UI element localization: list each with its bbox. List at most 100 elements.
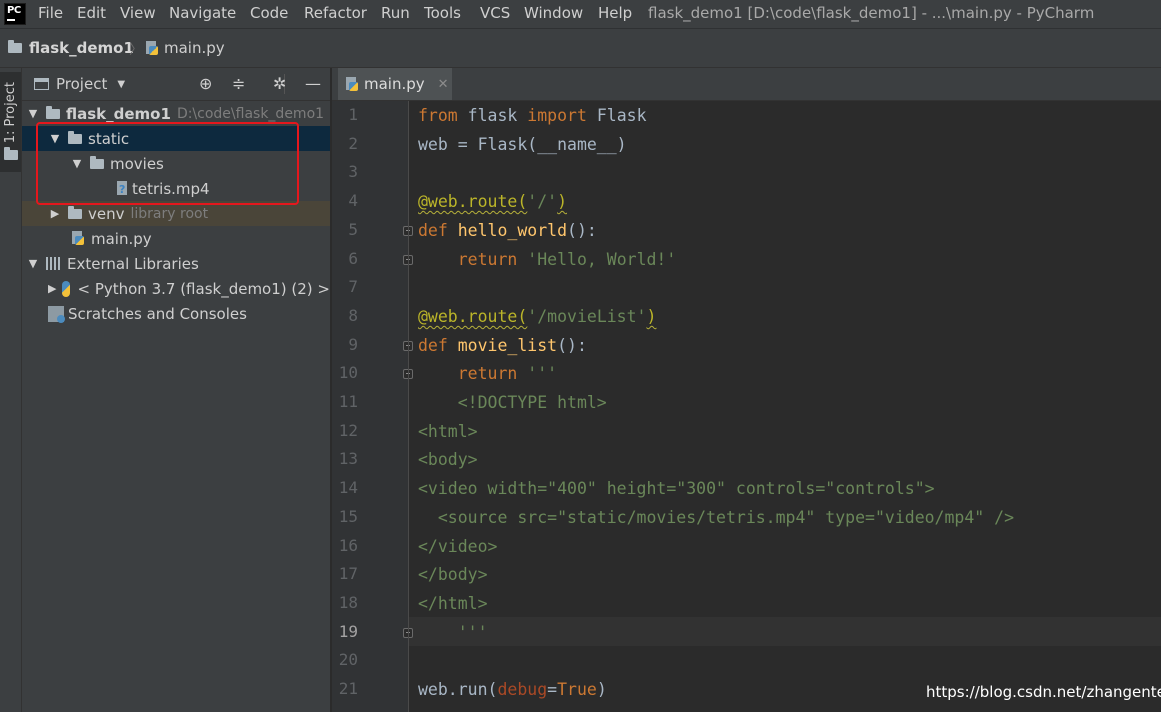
tree-item-scratches[interactable]: Scratches and Consoles (22, 301, 330, 326)
expand-arrow-icon[interactable]: ▶ (48, 207, 62, 220)
tree-item-python-sdk[interactable]: ▶ < Python 3.7 (flask_demo1) (2) > (22, 276, 330, 301)
line-number: 1 (348, 105, 358, 124)
code-token: flask (457, 106, 528, 125)
python-file-icon (345, 76, 359, 92)
code-line: ''' (418, 618, 488, 647)
line-number: 7 (348, 277, 358, 297)
tab-main-py[interactable]: main.py ✕ (338, 68, 452, 100)
line-number: 15 (338, 506, 358, 526)
menu-view[interactable]: View (120, 4, 156, 22)
breadcrumb-project[interactable]: flask_demo1 (8, 39, 134, 57)
close-icon[interactable]: ✕ (438, 77, 449, 92)
breadcrumb-file[interactable]: main.py (145, 39, 225, 57)
project-tool-tab-label: 1: Project (3, 82, 18, 144)
folder-icon (4, 147, 18, 160)
code-token: = (547, 680, 558, 699)
unknown-file-icon (116, 180, 130, 197)
tree-item-label: External Libraries (67, 254, 199, 273)
code-line: </body> (418, 560, 488, 589)
code-token: ''' (418, 622, 488, 642)
project-panel: Project ▼ ⊕ ≑ ✲ — ▼ flask_demo1 D:\code\… (22, 68, 330, 712)
menu-window[interactable]: Window (524, 4, 583, 22)
code-token: <body> (418, 450, 478, 470)
code-token: from (418, 106, 458, 125)
menu-code[interactable]: Code (250, 4, 288, 22)
code-line: web = Flask(__name__) (418, 130, 627, 159)
tree-item-movies[interactable]: ▼ movies (22, 151, 330, 176)
tree-item-static[interactable]: ▼ static (22, 126, 330, 151)
code-line: <source src="static/movies/tetris.mp4" t… (418, 503, 1014, 532)
tab-label: main.py (364, 75, 425, 93)
code-token: ) (596, 680, 607, 699)
code-token: </html> (418, 593, 488, 613)
project-tool-tab[interactable]: 1: Project (0, 72, 21, 172)
menu-edit[interactable]: Edit (77, 4, 106, 22)
collapse-all-icon[interactable]: ≑ (232, 74, 245, 93)
tree-item-path: D:\code\flask_demo1 (176, 105, 325, 122)
code-token: <video width="400" height="300" controls… (418, 479, 935, 499)
menu-vcs[interactable]: VCS (480, 4, 510, 22)
tree-item-root[interactable]: ▼ flask_demo1 D:\code\flask_demo1 (22, 101, 330, 126)
expand-arrow-icon[interactable]: ▼ (48, 132, 62, 145)
editor: main.py ✕ 1 2 3 4 5 6 7 8 9 10 11 12 13 14 15 16 17 18 19 2… (332, 68, 1161, 712)
code-line: @web.route('/') (418, 187, 567, 216)
code-token: (): (567, 220, 597, 240)
code-line: </html> (418, 589, 488, 618)
gear-icon[interactable]: ✲ (273, 74, 286, 93)
expand-arrow-icon[interactable]: ▼ (26, 257, 40, 270)
line-number: 8 (348, 305, 358, 325)
tree-item-venv[interactable]: ▶ venv library root (22, 201, 330, 226)
tree-item-external-libraries[interactable]: ▼ External Libraries (22, 251, 330, 276)
hide-panel-icon[interactable]: — (305, 74, 321, 93)
code-line: <body> (418, 445, 478, 474)
project-view-selector[interactable]: Project ▼ (34, 75, 125, 93)
breadcrumb-file-label: main.py (164, 39, 225, 57)
code-token: (): (557, 335, 587, 355)
line-number: 21 (338, 679, 358, 698)
line-number: 18 (338, 592, 358, 612)
tree-item-tetris-mp4[interactable]: tetris.mp4 (22, 176, 330, 201)
code-line: return ''' (418, 359, 557, 388)
locate-file-icon[interactable]: ⊕ (199, 74, 212, 93)
menu-file[interactable]: File (38, 4, 63, 22)
code-line: def movie_list(): (418, 331, 587, 360)
code-line: web.run(debug=True) (418, 675, 607, 704)
menu-refactor[interactable]: Refactor (304, 4, 367, 22)
library-icon (46, 257, 62, 270)
line-number: 14 (338, 478, 358, 498)
code-token: web.run( (418, 680, 498, 699)
chevron-down-icon: ▼ (117, 78, 126, 90)
tree-item-label: main.py (91, 229, 152, 248)
expand-arrow-icon[interactable]: ▶ (48, 282, 56, 295)
line-number: 13 (338, 449, 358, 469)
menu-tools[interactable]: Tools (424, 4, 461, 22)
expand-arrow-icon[interactable]: ▼ (70, 157, 84, 170)
menu-help[interactable]: Help (598, 4, 632, 22)
watermark: https://blog.csdn.net/zhangenter (926, 683, 1161, 701)
folder-icon (68, 205, 82, 219)
code-token: <html> (418, 421, 478, 441)
code-token: </video> (418, 536, 498, 556)
tree-item-label: tetris.mp4 (132, 179, 210, 198)
expand-arrow-icon[interactable]: ▼ (26, 107, 40, 120)
python-file-icon (71, 231, 85, 246)
code-token: <!DOCTYPE html> (418, 393, 607, 412)
code-token: '/' (527, 192, 558, 212)
code-token: ) (557, 192, 568, 212)
tree-item-label: flask_demo1 (66, 104, 171, 123)
code-token: 'Hello, World!' (527, 249, 677, 269)
tree-item-main-py[interactable]: main.py (22, 226, 330, 251)
scratches-icon (48, 305, 65, 323)
code-token: def (418, 220, 458, 240)
menu-run[interactable]: Run (381, 4, 410, 22)
current-line-highlight (409, 617, 1161, 646)
code-token: return (457, 364, 528, 384)
gutter-separator (408, 101, 409, 712)
breadcrumb-separator: 〉 (129, 42, 143, 58)
tree-item-label: < Python 3.7 (flask_demo1) (2) > (77, 279, 330, 298)
line-number: 12 (338, 420, 358, 440)
line-number: 17 (338, 564, 358, 584)
code-token: @web.route( (418, 306, 528, 326)
menu-navigate[interactable]: Navigate (169, 4, 236, 22)
